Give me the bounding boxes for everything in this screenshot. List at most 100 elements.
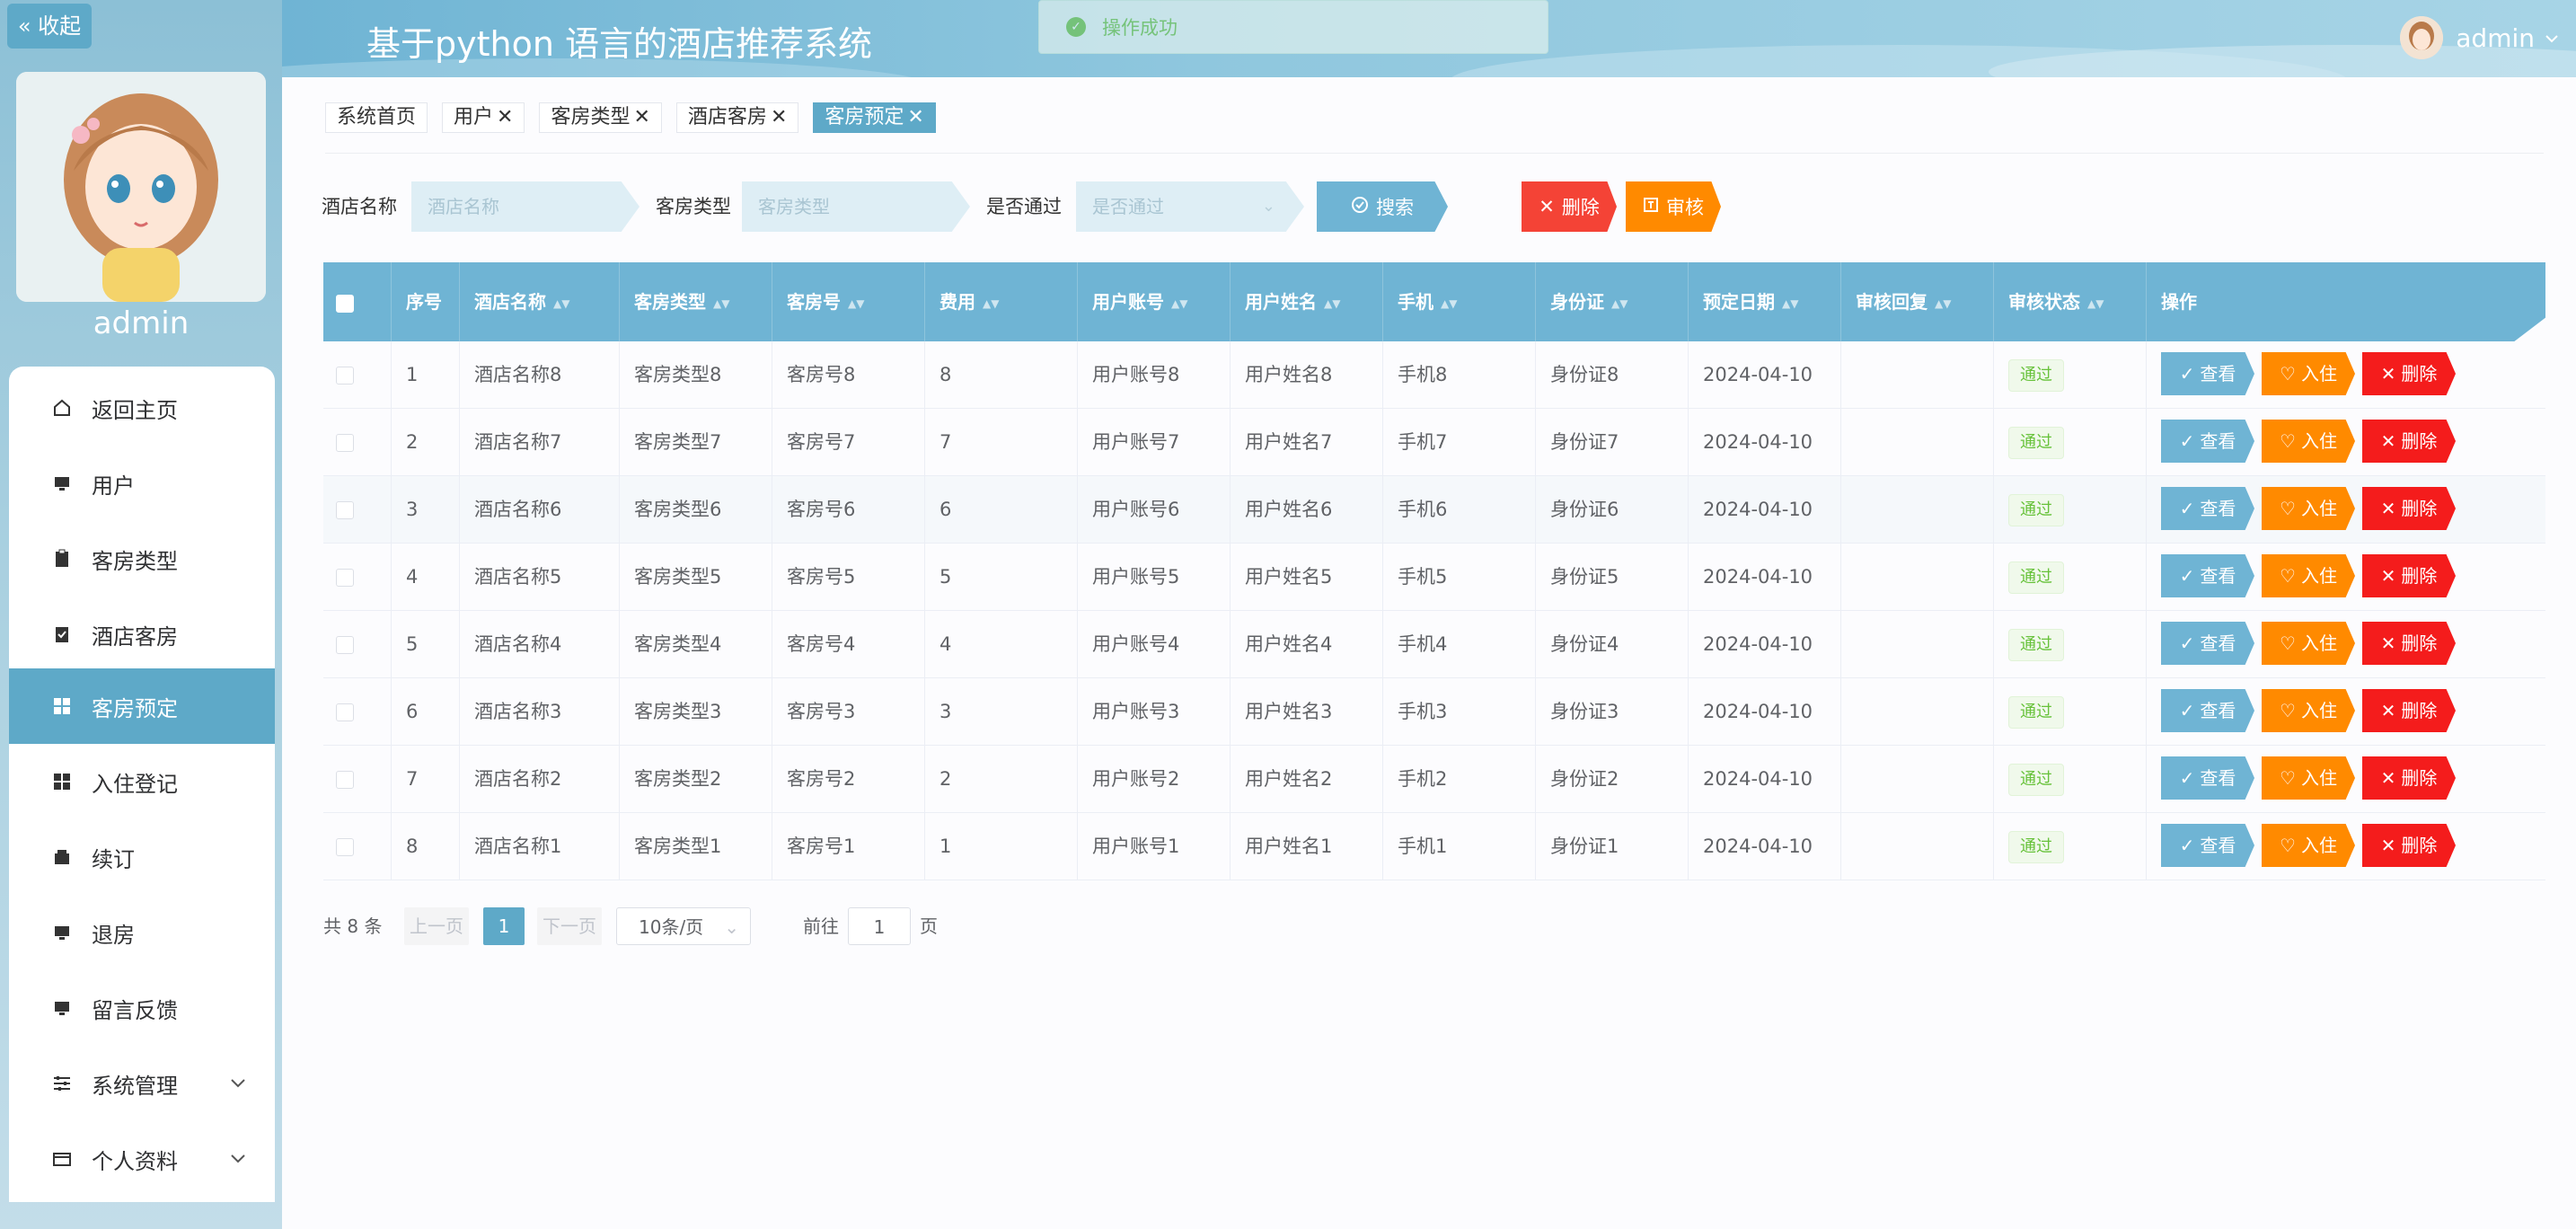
action-label: 删除 bbox=[2401, 429, 2438, 452]
view-button[interactable]: ✓ 查看 bbox=[2161, 487, 2254, 530]
hotel-name-input[interactable]: 酒店名称 bbox=[411, 181, 640, 232]
delete-button[interactable]: ✕ 删除 bbox=[2362, 420, 2456, 463]
column-header[interactable]: 费用 ▲▼ bbox=[925, 262, 1078, 341]
tag-room-booking[interactable]: 客房预定 ✕ bbox=[813, 102, 936, 133]
cell-user-account: 用户账号3 bbox=[1078, 678, 1231, 746]
search-button[interactable]: 搜索 bbox=[1317, 181, 1448, 232]
column-header[interactable]: 身份证 ▲▼ bbox=[1536, 262, 1689, 341]
row-checkbox[interactable] bbox=[336, 838, 354, 856]
checkin-button[interactable]: ♡ 入住 bbox=[2262, 756, 2355, 800]
sidebar-item-feedback[interactable]: 留言反馈 bbox=[9, 970, 275, 1046]
sort-icon[interactable]: ▲▼ bbox=[983, 264, 999, 342]
delete-button[interactable]: ✕ 删除 bbox=[2362, 352, 2456, 395]
view-button[interactable]: ✓ 查看 bbox=[2161, 420, 2254, 463]
sort-icon[interactable]: ▲▼ bbox=[553, 264, 569, 342]
sort-icon[interactable]: ▲▼ bbox=[1171, 264, 1187, 342]
sidebar-item-checkin[interactable]: 入住登记 bbox=[9, 744, 275, 819]
close-icon[interactable]: ✕ bbox=[497, 103, 513, 132]
row-checkbox[interactable] bbox=[336, 569, 354, 587]
sidebar-item-home[interactable]: 返回主页 bbox=[9, 370, 275, 446]
close-icon[interactable]: ✕ bbox=[907, 103, 923, 132]
goto-page-input[interactable]: 1 bbox=[848, 907, 911, 945]
sort-icon[interactable]: ▲▼ bbox=[848, 264, 864, 342]
delete-button[interactable]: ✕ 删除 bbox=[2362, 824, 2456, 867]
table-body: 1 酒店名称8 客房类型8 客房号8 8 用户账号8 用户姓名8 手机8 身份证8 2024-04… bbox=[323, 341, 2545, 880]
column-header[interactable]: 预定日期 ▲▼ bbox=[1689, 262, 1841, 341]
tag-hotel-rooms[interactable]: 酒店客房 ✕ bbox=[675, 102, 799, 133]
column-header[interactable]: 审核回复 ▲▼ bbox=[1841, 262, 1994, 341]
row-checkbox[interactable] bbox=[336, 367, 354, 385]
view-button[interactable]: ✓ 查看 bbox=[2161, 554, 2254, 597]
column-header[interactable]: 用户账号 ▲▼ bbox=[1078, 262, 1231, 341]
view-button[interactable]: ✓ 查看 bbox=[2161, 352, 2254, 395]
delete-button[interactable]: ✕ 删除 bbox=[2362, 554, 2456, 597]
sidebar-item-profile[interactable]: 个人资料 bbox=[9, 1121, 275, 1197]
room-type-input[interactable]: 客房类型 bbox=[742, 181, 970, 232]
checkin-button[interactable]: ♡ 入住 bbox=[2262, 487, 2355, 530]
cell-id-card: 身份证8 bbox=[1536, 341, 1689, 409]
close-icon[interactable]: ✕ bbox=[633, 103, 649, 132]
next-page-button[interactable]: 下一页 bbox=[537, 907, 602, 945]
prev-page-button[interactable]: 上一页 bbox=[404, 907, 469, 945]
row-checkbox[interactable] bbox=[336, 636, 354, 654]
page-number[interactable]: 1 bbox=[483, 907, 525, 945]
column-header[interactable]: 用户姓名 ▲▼ bbox=[1231, 262, 1383, 341]
cell-user-name: 用户姓名2 bbox=[1231, 746, 1383, 813]
sort-icon[interactable]: ▲▼ bbox=[713, 264, 729, 342]
close-icon[interactable]: ✕ bbox=[771, 103, 787, 132]
sort-icon[interactable]: ▲▼ bbox=[1935, 264, 1951, 342]
sort-icon[interactable]: ▲▼ bbox=[2087, 264, 2104, 342]
collapse-button[interactable]: « 收起 bbox=[7, 4, 92, 49]
sort-icon[interactable]: ▲▼ bbox=[1611, 264, 1628, 342]
column-header[interactable]: 酒店名称 ▲▼ bbox=[460, 262, 620, 341]
sort-icon[interactable]: ▲▼ bbox=[1324, 264, 1340, 342]
sidebar-item-system-management[interactable]: 系统管理 bbox=[9, 1046, 275, 1121]
column-header[interactable]: 客房号 ▲▼ bbox=[772, 262, 925, 341]
sidebar-item-label: 客房类型 bbox=[92, 548, 178, 574]
grid-icon bbox=[52, 772, 72, 791]
column-header[interactable]: 手机 ▲▼ bbox=[1383, 262, 1536, 341]
sidebar-item-room-types[interactable]: 客房类型 bbox=[9, 521, 275, 597]
audit-button[interactable]: 审核 bbox=[1626, 181, 1721, 232]
batch-delete-button[interactable]: ✕ 删除 bbox=[1522, 181, 1617, 232]
sidebar-item-checkout[interactable]: 退房 bbox=[9, 895, 275, 970]
cell-room-number: 客房号3 bbox=[772, 678, 925, 746]
user-menu[interactable]: admin bbox=[2400, 16, 2560, 59]
tag-users[interactable]: 用户 ✕ bbox=[442, 102, 525, 133]
page-size-select[interactable]: 10条/页 ⌄ bbox=[616, 907, 751, 945]
view-button[interactable]: ✓ 查看 bbox=[2161, 689, 2254, 732]
view-button[interactable]: ✓ 查看 bbox=[2161, 756, 2254, 800]
row-checkbox[interactable] bbox=[336, 501, 354, 519]
delete-button[interactable]: ✕ 删除 bbox=[2362, 756, 2456, 800]
checkin-button[interactable]: ♡ 入住 bbox=[2262, 554, 2355, 597]
checkin-button[interactable]: ♡ 入住 bbox=[2262, 352, 2355, 395]
delete-button[interactable]: ✕ 删除 bbox=[2362, 689, 2456, 732]
row-checkbox[interactable] bbox=[336, 771, 354, 789]
sidebar-item-room-booking[interactable]: 客房预定 bbox=[9, 668, 275, 744]
checkin-button[interactable]: ♡ 入住 bbox=[2262, 622, 2355, 665]
select-all-checkbox[interactable] bbox=[336, 294, 354, 313]
sort-icon[interactable]: ▲▼ bbox=[1441, 264, 1457, 342]
checkin-button[interactable]: ♡ 入住 bbox=[2262, 420, 2355, 463]
pass-status-select[interactable]: 是否通过 ⌄ bbox=[1076, 181, 1304, 232]
chevron-down-icon bbox=[228, 1073, 248, 1098]
tag-home[interactable]: 系统首页 bbox=[325, 102, 428, 133]
sidebar-item-renew[interactable]: 续订 bbox=[9, 819, 275, 895]
cell-room-type: 客房类型3 bbox=[620, 678, 772, 746]
row-checkbox[interactable] bbox=[336, 703, 354, 721]
sidebar-item-users[interactable]: 用户 bbox=[9, 446, 275, 521]
checkin-button[interactable]: ♡ 入住 bbox=[2262, 824, 2355, 867]
view-button[interactable]: ✓ 查看 bbox=[2161, 622, 2254, 665]
delete-button[interactable]: ✕ 删除 bbox=[2362, 487, 2456, 530]
checkin-button[interactable]: ♡ 入住 bbox=[2262, 689, 2355, 732]
column-header[interactable]: 审核状态 ▲▼ bbox=[1994, 262, 2147, 341]
delete-button[interactable]: ✕ 删除 bbox=[2362, 622, 2456, 665]
tag-room-types[interactable]: 客房类型 ✕ bbox=[539, 102, 662, 133]
monitor-icon bbox=[52, 923, 72, 942]
sidebar-item-hotel-rooms[interactable]: 酒店客房 bbox=[9, 597, 275, 672]
sort-icon[interactable]: ▲▼ bbox=[1782, 264, 1798, 342]
row-checkbox[interactable] bbox=[336, 434, 354, 452]
view-button[interactable]: ✓ 查看 bbox=[2161, 824, 2254, 867]
column-header[interactable]: 客房类型 ▲▼ bbox=[620, 262, 772, 341]
cell-actions: ✓ 查看 ♡ 入住 ✕ 删除 bbox=[2147, 611, 2545, 678]
